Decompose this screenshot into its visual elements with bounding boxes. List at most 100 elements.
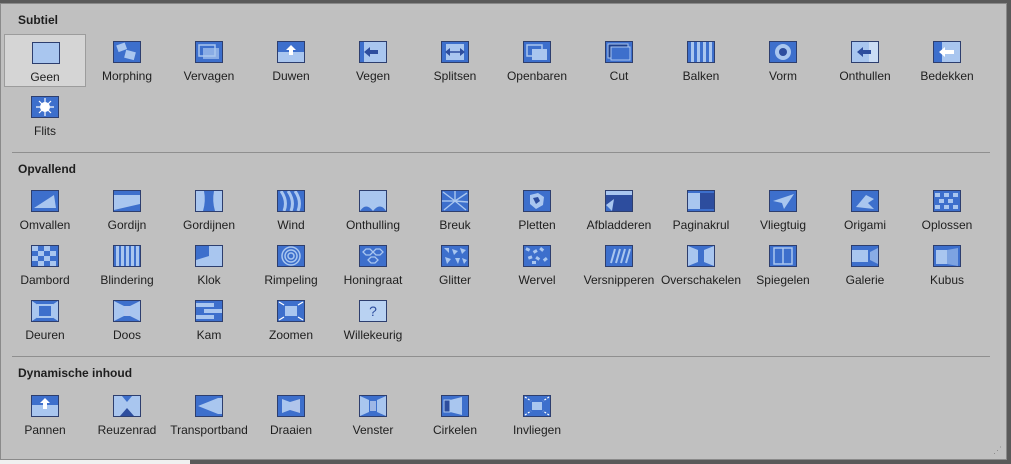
transition-cut[interactable]: Cut — [578, 34, 660, 87]
curtains-icon — [195, 190, 223, 212]
transition-openbaren[interactable]: Openbaren — [496, 34, 578, 87]
transition-klok[interactable]: Klok — [168, 238, 250, 291]
transition-kubus[interactable]: Kubus — [906, 238, 988, 291]
transition-doos[interactable]: Doos — [86, 293, 168, 346]
section-header-dynamische-inhoud: Dynamische inhoud — [18, 366, 133, 380]
transition-label: Afbladderen — [586, 218, 652, 232]
fracture-icon — [441, 190, 469, 212]
transition-cirkelen[interactable]: Cirkelen — [414, 388, 496, 441]
transition-label: Balken — [682, 69, 720, 83]
transition-honingraat[interactable]: Honingraat — [332, 238, 414, 291]
transition-draaien[interactable]: Draaien — [250, 388, 332, 441]
pan-icon — [31, 395, 59, 417]
fall-over-icon — [31, 190, 59, 212]
switch-icon — [687, 245, 715, 267]
transition-gordijn[interactable]: Gordijn — [86, 183, 168, 236]
transition-galerie[interactable]: Galerie — [824, 238, 906, 291]
transition-label: Vervagen — [183, 69, 235, 83]
transition-label: Spiegelen — [756, 273, 810, 287]
uncover-icon — [851, 41, 879, 63]
transition-label: Willekeurig — [343, 328, 403, 342]
transition-label: Duwen — [272, 69, 310, 83]
transition-label: Omvallen — [19, 218, 71, 232]
transition-label: Vegen — [355, 69, 391, 83]
transition-label: Glitter — [438, 273, 471, 287]
transition-onthulling[interactable]: Onthulling — [332, 183, 414, 236]
peel-off-icon — [605, 190, 633, 212]
transition-versnipperen[interactable]: Versnipperen — [578, 238, 660, 291]
wipe-icon — [359, 41, 387, 63]
transition-paginakrul[interactable]: Paginakrul — [660, 183, 742, 236]
transition-rimpeling[interactable]: Rimpeling — [250, 238, 332, 291]
transition-willekeurig[interactable]: ? Willekeurig — [332, 293, 414, 346]
transition-invliegen[interactable]: Invliegen — [496, 388, 578, 441]
transition-deuren[interactable]: Deuren — [4, 293, 86, 346]
transition-bedekken[interactable]: Bedekken — [906, 34, 988, 87]
transition-label: Honingraat — [343, 273, 403, 287]
transition-venster[interactable]: Venster — [332, 388, 414, 441]
honeycomb-icon — [359, 245, 387, 267]
transition-flits[interactable]: Flits — [4, 89, 86, 142]
transition-splitsen[interactable]: Splitsen — [414, 34, 496, 87]
transition-label: Rimpeling — [264, 273, 318, 287]
transition-overschakelen[interactable]: Overschakelen — [660, 238, 742, 291]
transition-vervagen[interactable]: Vervagen — [168, 34, 250, 87]
cube-icon — [933, 245, 961, 267]
transition-transportband[interactable]: Transportband — [168, 388, 250, 441]
resize-grip-icon[interactable]: ⋰ — [993, 445, 1002, 456]
glitter-icon — [441, 245, 469, 267]
transition-label: Invliegen — [512, 423, 562, 437]
transition-label: Draaien — [269, 423, 313, 437]
transition-duwen[interactable]: Duwen — [250, 34, 332, 87]
transition-pannen[interactable]: Pannen — [4, 388, 86, 441]
shape-icon — [769, 41, 797, 63]
airplane-icon — [769, 190, 797, 212]
transition-zoomen[interactable]: Zoomen — [250, 293, 332, 346]
transition-label: Blindering — [100, 273, 154, 287]
transition-breuk[interactable]: Breuk — [414, 183, 496, 236]
transition-wervel[interactable]: Wervel — [496, 238, 578, 291]
clock-icon — [195, 245, 223, 267]
transition-kam[interactable]: Kam — [168, 293, 250, 346]
checkerboard-icon — [31, 245, 59, 267]
transition-balken[interactable]: Balken — [660, 34, 742, 87]
transition-vegen[interactable]: Vegen — [332, 34, 414, 87]
transition-label: Transportband — [170, 423, 248, 437]
transition-label: Versnipperen — [583, 273, 655, 287]
transition-reuzenrad[interactable]: Reuzenrad — [86, 388, 168, 441]
transition-oplossen[interactable]: Oplossen — [906, 183, 988, 236]
transition-pletten[interactable]: Pletten — [496, 183, 578, 236]
transition-vorm[interactable]: Vorm — [742, 34, 824, 87]
transition-label: Pletten — [518, 218, 556, 232]
transition-origami[interactable]: Origami — [824, 183, 906, 236]
cover-icon — [933, 41, 961, 63]
transition-geen[interactable]: Geen — [4, 34, 86, 87]
transition-label: Klok — [197, 273, 221, 287]
zoom-icon — [277, 300, 305, 322]
transition-spiegelen[interactable]: Spiegelen — [742, 238, 824, 291]
transition-label: Vliegtuig — [759, 218, 807, 232]
transition-vliegtuig[interactable]: Vliegtuig — [742, 183, 824, 236]
window-icon — [359, 395, 387, 417]
transition-blindering[interactable]: Blindering — [86, 238, 168, 291]
drape-icon — [113, 190, 141, 212]
blinds-icon — [113, 245, 141, 267]
transition-label: Venster — [352, 423, 394, 437]
prestige-icon — [359, 190, 387, 212]
transition-label: Morphing — [101, 69, 153, 83]
transition-label: Onthullen — [839, 69, 891, 83]
transition-afbladderen[interactable]: Afbladderen — [578, 183, 660, 236]
page-curl-icon — [687, 190, 715, 212]
transition-morphing[interactable]: Morphing — [86, 34, 168, 87]
transition-glitter[interactable]: Glitter — [414, 238, 496, 291]
transition-wind[interactable]: Wind — [250, 183, 332, 236]
none-icon — [32, 42, 60, 64]
transition-gordijnen[interactable]: Gordijnen — [168, 183, 250, 236]
transition-omvallen[interactable]: Omvallen — [4, 183, 86, 236]
transition-label: Cirkelen — [432, 423, 477, 437]
flip-icon — [769, 245, 797, 267]
orbit-icon — [441, 395, 469, 417]
split-icon — [441, 41, 469, 63]
transition-dambord[interactable]: Dambord — [4, 238, 86, 291]
transition-onthullen[interactable]: Onthullen — [824, 34, 906, 87]
